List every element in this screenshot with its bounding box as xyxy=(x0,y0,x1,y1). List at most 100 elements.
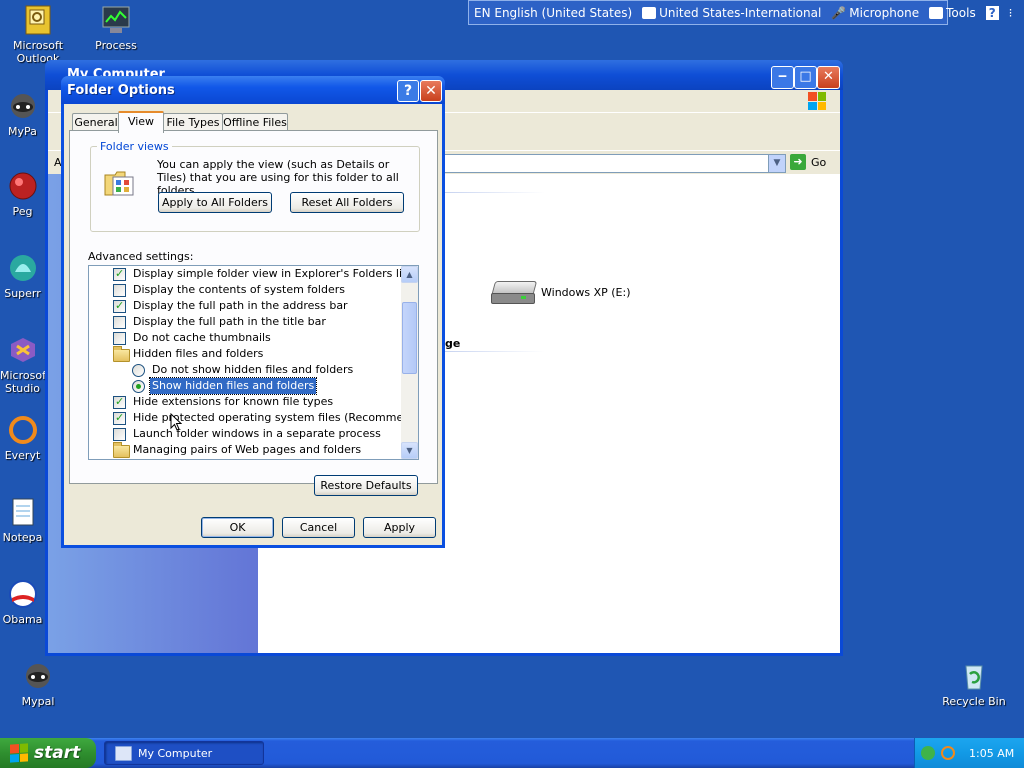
cancel-button[interactable]: Cancel xyxy=(282,517,355,538)
setting-row[interactable]: Hide protected operating system files (R… xyxy=(89,410,418,426)
options-icon: ⁝ xyxy=(1008,5,1013,20)
desktop-icon-label: Process Hacker 2 xyxy=(95,39,137,52)
desktop-icon-superr[interactable]: Superr xyxy=(0,252,45,300)
checkbox-unchecked[interactable] xyxy=(113,316,126,329)
maximize-button[interactable]: □ xyxy=(794,66,817,89)
hard-drive-icon xyxy=(490,279,538,305)
clock[interactable]: 1:05 AM xyxy=(969,747,1014,760)
dialog-close-button[interactable]: ✕ xyxy=(420,80,442,102)
dialog-help-button[interactable]: ? xyxy=(397,80,419,102)
start-label: start xyxy=(34,743,81,763)
desktop-icon-process-hacker[interactable]: Process Hacker 2 xyxy=(78,4,154,52)
apply-button[interactable]: Apply xyxy=(363,517,436,538)
chevron-down-icon[interactable]: ▼ xyxy=(768,155,785,172)
scroll-up-button[interactable]: ▲ xyxy=(401,266,418,283)
microphone-button[interactable]: 🎤 Microphone xyxy=(826,6,924,20)
apply-to-all-folders-button[interactable]: Apply to All Folders xyxy=(158,192,272,213)
checkbox-unchecked[interactable] xyxy=(113,284,126,297)
checkbox-checked[interactable] xyxy=(113,394,126,410)
desktop-icon-outlook[interactable]: Microsoft Outlook xyxy=(0,4,76,65)
dialog-titlebar[interactable]: Folder Options xyxy=(61,76,445,104)
checkbox-unchecked[interactable] xyxy=(113,332,126,345)
setting-group-label: Hidden files and folders xyxy=(133,347,264,360)
tab-view[interactable]: View xyxy=(118,111,164,133)
recycle-bin-icon xyxy=(958,660,990,692)
folder-icon xyxy=(113,346,130,362)
langbar-help-button[interactable]: ? xyxy=(981,5,1004,20)
tab-general[interactable]: General xyxy=(72,113,120,131)
scroll-thumb[interactable] xyxy=(402,302,417,374)
address-input[interactable]: ▼ xyxy=(444,154,786,173)
close-button[interactable]: ✕ xyxy=(817,66,840,89)
minimize-button[interactable]: ‒ xyxy=(771,66,794,89)
go-button[interactable]: ➜ Go xyxy=(790,154,826,170)
advanced-settings-tree[interactable]: Display simple folder view in Explorer's… xyxy=(88,265,419,460)
setting-row[interactable]: Do not cache thumbnails xyxy=(89,330,401,346)
desktop-icon-label: Mypal xyxy=(21,695,55,708)
dialog-title: Folder Options xyxy=(67,83,175,98)
restore-defaults-button[interactable]: Restore Defaults xyxy=(314,475,418,496)
network-icon[interactable] xyxy=(921,746,935,760)
keyboard-layout-selector[interactable]: United States-International xyxy=(637,6,826,20)
start-button[interactable]: start xyxy=(0,738,96,768)
folder-views-group: Folder views You can apply the view (suc… xyxy=(90,140,420,232)
radio-unselected[interactable] xyxy=(132,364,145,377)
desktop-icon-mypa[interactable]: MyPa xyxy=(0,90,45,138)
desktop-icon-everything[interactable]: Everyt xyxy=(0,414,45,462)
radio-selected[interactable] xyxy=(132,380,145,393)
desktop-icon-recycle-bin[interactable]: Recycle Bin xyxy=(936,660,1012,708)
setting-label: Display simple folder view in Explorer's… xyxy=(133,267,413,280)
setting-label: Hide extensions for known file types xyxy=(133,395,334,408)
langbar-options-button[interactable]: ⁝ xyxy=(1004,6,1018,20)
keyboard-icon xyxy=(642,6,657,19)
language-selector[interactable]: EN English (United States) xyxy=(469,6,637,20)
dialog-body: General View File Types Offline Files Fo… xyxy=(64,104,442,545)
setting-group-row: Managing pairs of Web pages and folders xyxy=(89,442,401,458)
tools-button[interactable]: Tools xyxy=(924,6,981,20)
mouse-cursor-icon xyxy=(170,412,183,435)
desktop-icon-label: Notepa xyxy=(2,531,43,544)
scroll-down-button[interactable]: ▼ xyxy=(401,442,418,459)
keyboard-label: United States-International xyxy=(659,5,822,20)
tab-offline-files[interactable]: Offline Files xyxy=(222,113,288,131)
setting-row[interactable]: Display the full path in the address bar xyxy=(89,298,401,314)
outlook-icon xyxy=(22,4,54,36)
desktop-icon-peg[interactable]: Peg xyxy=(0,170,45,218)
super-icon xyxy=(7,252,39,284)
tools-icon xyxy=(929,6,944,19)
desktop-icon-label: Peg xyxy=(12,205,33,218)
language-label: EN English (United States) xyxy=(474,5,633,20)
button-label: Reset All Folders xyxy=(301,196,393,209)
reset-all-folders-button[interactable]: Reset All Folders xyxy=(290,192,404,213)
search-icon[interactable] xyxy=(941,746,955,760)
checkbox-checked[interactable] xyxy=(113,266,126,282)
setting-row[interactable]: Show hidden files and folders xyxy=(89,377,401,395)
drive-item[interactable]: Windows XP (E:) xyxy=(490,279,631,305)
pegasus-icon xyxy=(7,170,39,202)
setting-row[interactable]: Display simple folder view in Explorer's… xyxy=(89,266,412,282)
desktop-icon-label: MyPa xyxy=(8,125,37,138)
desktop-icon-visual-studio[interactable]: Microsoft Studio 2 xyxy=(0,334,45,395)
checkbox-checked[interactable] xyxy=(113,298,126,314)
desktop-icon-obama[interactable]: Obama xyxy=(0,578,45,626)
go-arrow-icon: ➜ xyxy=(790,154,806,170)
ok-button[interactable]: OK xyxy=(201,517,274,538)
taskbar-item-my-computer[interactable]: My Computer xyxy=(104,741,264,765)
vertical-scrollbar[interactable]: ▲ ▼ xyxy=(401,266,418,459)
computer-icon xyxy=(115,745,132,761)
setting-row[interactable]: Display the full path in the title bar xyxy=(89,314,401,330)
setting-row[interactable]: Launch folder windows in a separate proc… xyxy=(89,426,401,442)
button-label: Cancel xyxy=(299,521,338,534)
tab-file-types[interactable]: File Types xyxy=(163,113,223,131)
setting-row[interactable]: Hide extensions for known file types xyxy=(89,394,401,410)
setting-row[interactable]: Do not show hidden files and folders xyxy=(89,362,401,378)
desktop-icon-mypal[interactable]: Mypal xyxy=(0,660,76,708)
desktop-icon-label: Obama xyxy=(2,613,43,626)
setting-row[interactable]: Display the contents of system folders xyxy=(89,282,401,298)
tab-label: General xyxy=(74,116,118,129)
desktop-icon-notepad[interactable]: Notepa xyxy=(0,496,45,544)
group-heading: ge xyxy=(445,337,461,350)
checkbox-unchecked[interactable] xyxy=(113,428,126,441)
tools-label: Tools xyxy=(946,5,976,20)
checkbox-checked[interactable] xyxy=(113,410,126,426)
